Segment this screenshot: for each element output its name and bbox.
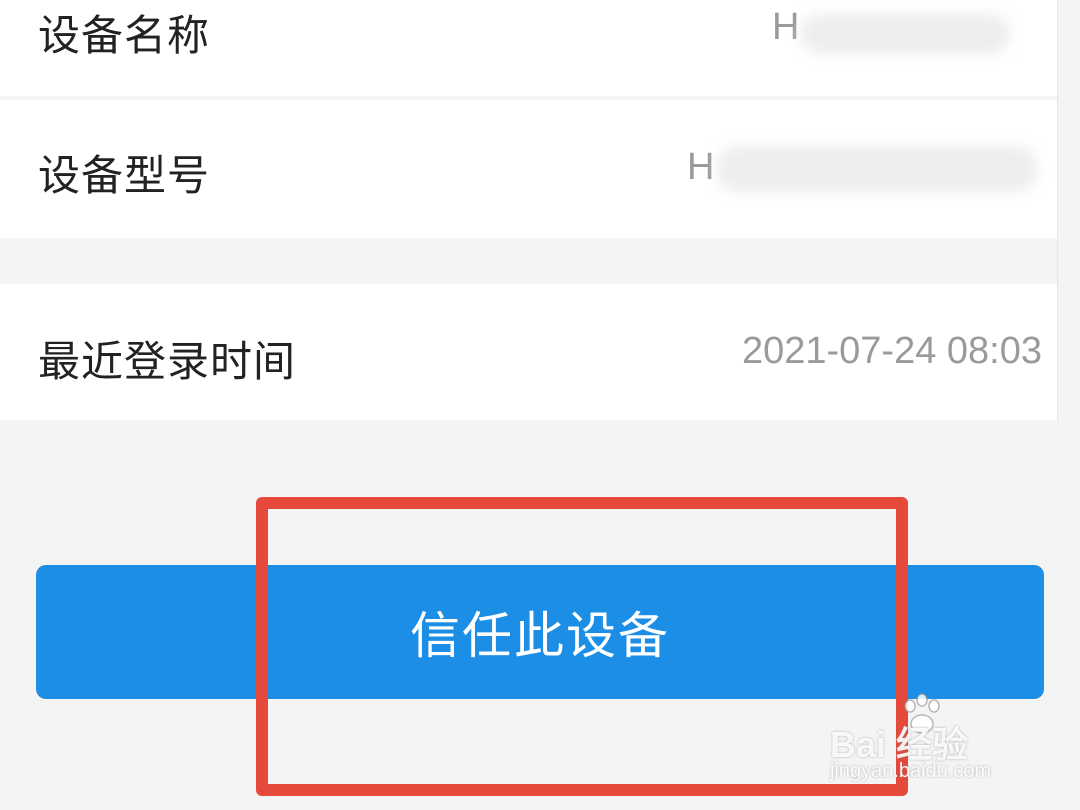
watermark-site: jingyan.baidu.com xyxy=(830,760,992,782)
trust-device-button[interactable]: 信任此设备 xyxy=(36,565,1044,699)
device-name-value: H xyxy=(772,6,1042,54)
device-model-row: 设备型号 H xyxy=(0,100,1058,238)
device-model-label: 设备型号 xyxy=(38,151,211,200)
last-login-row: 最近登录时间 2021-07-24 08:03 xyxy=(0,284,1058,420)
device-name-label: 设备名称 xyxy=(38,11,211,60)
scroll-edge xyxy=(1057,0,1080,420)
baidu-jingyan-watermark: Bai 经验 jingyan.baidu.com xyxy=(820,690,1060,800)
redacted-blur xyxy=(717,146,1037,192)
device-model-value: H xyxy=(687,146,1042,192)
last-login-value: 2021-07-24 08:03 xyxy=(741,330,1042,372)
device-name-row: 设备名称 H xyxy=(0,0,1058,96)
last-login-label: 最近登录时间 xyxy=(38,337,297,386)
redacted-blur xyxy=(800,14,1010,54)
